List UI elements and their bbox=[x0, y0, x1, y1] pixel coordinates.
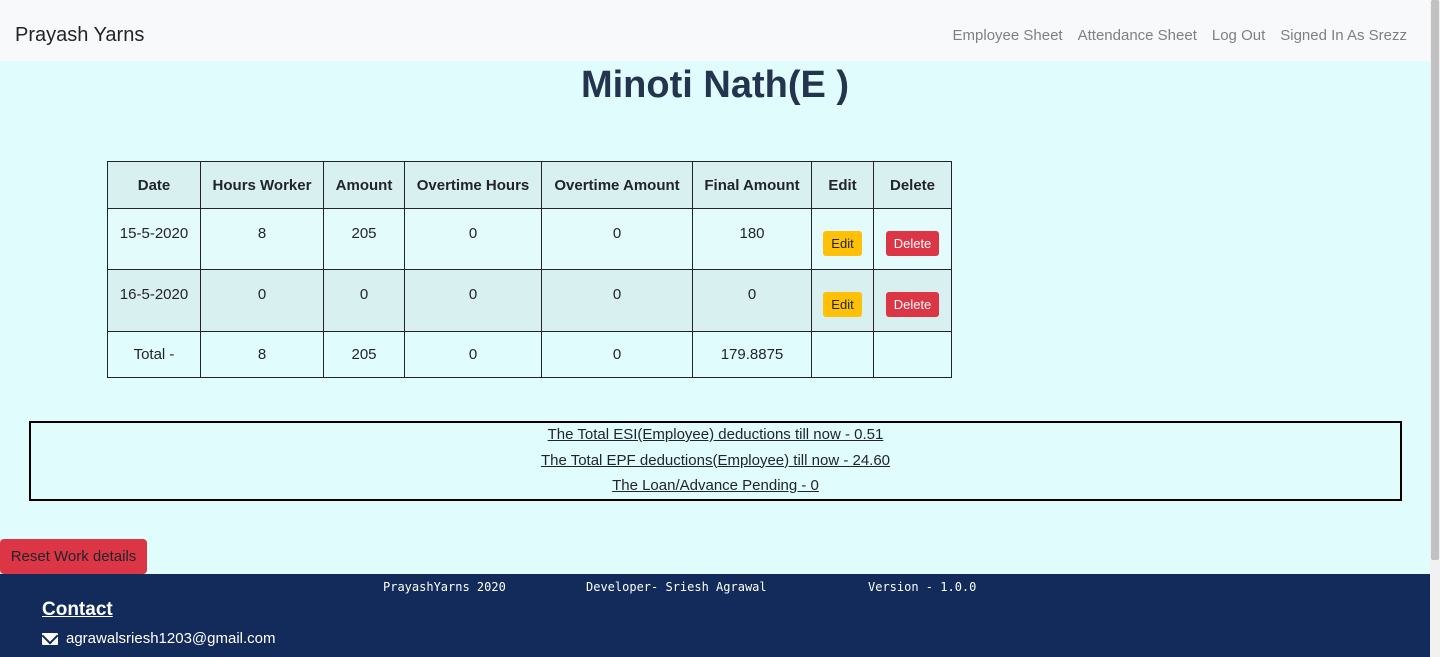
nav-employee-sheet[interactable]: Employee Sheet bbox=[953, 27, 1063, 44]
cell-delete: Delete bbox=[873, 269, 952, 332]
header-delete: Delete bbox=[873, 161, 952, 209]
table-header-row: Date Hours Worker Amount Overtime Hours … bbox=[107, 161, 952, 209]
cell-edit: Edit bbox=[811, 269, 874, 332]
header-hours-worker: Hours Worker bbox=[200, 161, 324, 209]
nav-links: Employee Sheet Attendance Sheet Log Out … bbox=[953, 27, 1407, 44]
delete-button[interactable]: Delete bbox=[885, 292, 940, 317]
cell-final-amount: 180 bbox=[692, 208, 812, 270]
scrollbar-thumb[interactable] bbox=[1431, 0, 1439, 560]
table-row: 15-5-2020 8 205 0 0 180 Edit Delete bbox=[107, 208, 952, 270]
table-total-row: Total - 8 205 0 0 179.8875 bbox=[107, 331, 952, 378]
total-edit-empty bbox=[811, 331, 874, 378]
contact-title: Contact bbox=[42, 599, 113, 620]
cell-delete: Delete bbox=[873, 208, 952, 270]
cell-ot-hours: 0 bbox=[404, 269, 542, 332]
total-ot-amount: 0 bbox=[541, 331, 693, 378]
edit-button[interactable]: Edit bbox=[823, 231, 862, 256]
brand-logo-text[interactable]: Prayash Yarns bbox=[15, 24, 144, 47]
cell-ot-amount: 0 bbox=[541, 208, 693, 270]
cell-edit: Edit bbox=[811, 208, 874, 270]
cell-amount: 205 bbox=[323, 208, 405, 270]
cell-hours: 0 bbox=[200, 269, 324, 332]
header-overtime-amount: Overtime Amount bbox=[541, 161, 693, 209]
footer: PrayashYarns 2020 Developer- Sriesh Agra… bbox=[0, 574, 1430, 657]
cell-ot-hours: 0 bbox=[404, 208, 542, 270]
header-overtime-hours: Overtime Hours bbox=[404, 161, 542, 209]
cell-ot-amount: 0 bbox=[541, 269, 693, 332]
total-hours: 8 bbox=[200, 331, 324, 378]
esi-deduction: The Total ESI(Employee) deductions till … bbox=[547, 426, 884, 443]
navbar: Prayash Yarns Employee Sheet Attendance … bbox=[0, 0, 1430, 61]
footer-version: Version - 1.0.0 bbox=[868, 580, 977, 594]
envelope-icon bbox=[42, 632, 58, 645]
edit-button[interactable]: Edit bbox=[823, 292, 862, 317]
table-row: 16-5-2020 0 0 0 0 0 Edit Delete bbox=[107, 269, 952, 332]
header-date: Date bbox=[107, 161, 201, 209]
page-scrollbar[interactable] bbox=[1430, 0, 1440, 657]
nav-attendance-sheet[interactable]: Attendance Sheet bbox=[1078, 27, 1197, 44]
total-ot-hours: 0 bbox=[404, 331, 542, 378]
epf-deduction: The Total EPF deductions(Employee) till … bbox=[540, 451, 891, 469]
footer-company: PrayashYarns 2020 bbox=[383, 580, 506, 594]
delete-button[interactable]: Delete bbox=[885, 231, 940, 256]
cell-final-amount: 0 bbox=[692, 269, 812, 332]
nav-log-out[interactable]: Log Out bbox=[1212, 27, 1265, 44]
page-title: Minoti Nath(E ) bbox=[580, 64, 850, 106]
cell-date: 15-5-2020 bbox=[107, 208, 201, 270]
header-edit: Edit bbox=[811, 161, 874, 209]
cell-amount: 0 bbox=[323, 269, 405, 332]
nav-signed-in-user[interactable]: Signed In As Srezz bbox=[1280, 27, 1407, 44]
total-amount: 205 bbox=[323, 331, 405, 378]
total-label: Total - bbox=[107, 331, 201, 378]
cell-date: 16-5-2020 bbox=[107, 269, 201, 332]
contact-email[interactable]: agrawalsriesh1203@gmail.com bbox=[42, 630, 276, 647]
total-delete-empty bbox=[873, 331, 952, 378]
total-final-amount: 179.8875 bbox=[692, 331, 812, 378]
contact-email-text[interactable]: agrawalsriesh1203@gmail.com bbox=[66, 630, 276, 647]
reset-work-details-button[interactable]: Reset Work details bbox=[0, 539, 147, 574]
cell-hours: 8 bbox=[200, 208, 324, 270]
header-amount: Amount bbox=[323, 161, 405, 209]
work-details-table: Date Hours Worker Amount Overtime Hours … bbox=[107, 161, 952, 378]
footer-developer: Developer- Sriesh Agrawal bbox=[586, 580, 767, 594]
loan-advance-pending: The Loan/Advance Pending - 0 bbox=[612, 477, 819, 494]
deductions-summary: The Total ESI(Employee) deductions till … bbox=[29, 421, 1402, 501]
header-final-amount: Final Amount bbox=[692, 161, 812, 209]
